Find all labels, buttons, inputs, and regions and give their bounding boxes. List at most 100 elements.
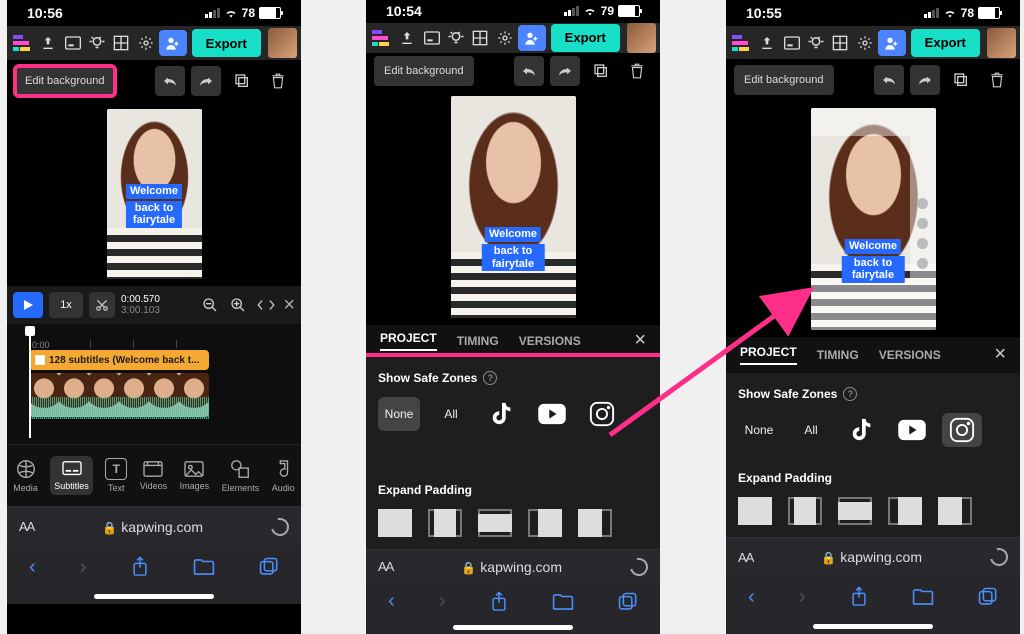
reload-icon[interactable]: [627, 554, 652, 579]
padding-vertical[interactable]: [478, 509, 512, 537]
tiktok-icon[interactable]: [842, 413, 882, 447]
url-text[interactable]: 🔒kapwing.com: [759, 549, 984, 565]
redo-button[interactable]: [550, 56, 580, 86]
padding-right[interactable]: [938, 497, 972, 525]
text-size-icon[interactable]: AA: [19, 519, 34, 534]
fit-icon[interactable]: [255, 294, 277, 316]
tab-subtitles[interactable]: Subtitles: [50, 456, 93, 495]
copy-button[interactable]: [946, 65, 976, 95]
home-indicator[interactable]: [366, 620, 660, 634]
user-avatar[interactable]: [268, 28, 297, 58]
grid-icon[interactable]: [830, 32, 851, 54]
grid-icon[interactable]: [470, 27, 491, 49]
share-icon[interactable]: [490, 591, 508, 613]
browser-url-bar[interactable]: AA 🔒kapwing.com: [7, 506, 301, 546]
preview-canvas[interactable]: Welcomeback to fairytale: [726, 101, 1020, 337]
upload-icon[interactable]: [37, 32, 58, 54]
safe-zone-none[interactable]: None: [378, 397, 420, 431]
edit-background-button[interactable]: Edit background: [15, 66, 115, 96]
caption-icon[interactable]: [62, 32, 83, 54]
close-timeline-icon[interactable]: ×: [283, 294, 295, 317]
video-preview[interactable]: Welcomeback to fairytale: [811, 108, 936, 330]
reload-icon[interactable]: [268, 514, 293, 539]
undo-button[interactable]: [874, 65, 904, 95]
tab-elements[interactable]: Elements: [222, 458, 260, 493]
tab-images[interactable]: Images: [180, 460, 210, 491]
safe-zone-all[interactable]: All: [790, 413, 832, 447]
trash-button[interactable]: [622, 56, 652, 86]
padding-none[interactable]: [738, 497, 772, 525]
caption-icon[interactable]: [421, 27, 442, 49]
info-icon[interactable]: ?: [483, 371, 497, 385]
edit-background-button[interactable]: Edit background: [734, 65, 834, 95]
bulb-icon[interactable]: [86, 32, 107, 54]
url-text[interactable]: 🔒kapwing.com: [399, 559, 624, 575]
tabs-icon[interactable]: [978, 587, 998, 607]
playhead[interactable]: [29, 330, 31, 438]
bookmarks-icon[interactable]: [193, 558, 215, 576]
tabs-icon[interactable]: [259, 557, 279, 577]
zoom-out-icon[interactable]: [199, 294, 221, 316]
panel-tab-timing[interactable]: TIMING: [457, 334, 499, 348]
youtube-icon[interactable]: [532, 397, 572, 431]
back-icon[interactable]: ‹: [748, 586, 755, 609]
split-button[interactable]: [89, 292, 115, 318]
gear-icon[interactable]: [854, 32, 875, 54]
video-preview[interactable]: Welcomeback to fairytale: [451, 96, 576, 318]
members-button[interactable]: [878, 30, 905, 56]
gear-icon[interactable]: [135, 32, 156, 54]
subtitle-track[interactable]: 128 subtitles (Welcome back t...: [29, 350, 209, 370]
speed-button[interactable]: 1x: [49, 292, 83, 318]
export-button[interactable]: Export: [911, 29, 980, 57]
panel-tab-project[interactable]: PROJECT: [380, 331, 437, 351]
instagram-icon[interactable]: [582, 397, 622, 431]
forward-icon[interactable]: ›: [799, 586, 806, 609]
zoom-in-icon[interactable]: [227, 294, 249, 316]
padding-vertical[interactable]: [838, 497, 872, 525]
home-indicator[interactable]: [726, 618, 1020, 634]
text-size-icon[interactable]: AA: [378, 559, 393, 574]
upload-icon[interactable]: [396, 27, 417, 49]
redo-button[interactable]: [910, 65, 940, 95]
share-icon[interactable]: [131, 556, 149, 578]
tiktok-icon[interactable]: [482, 397, 522, 431]
browser-url-bar[interactable]: AA 🔒kapwing.com: [726, 537, 1020, 577]
bookmarks-icon[interactable]: [552, 593, 574, 611]
video-preview[interactable]: Welcomeback to fairytale: [107, 109, 202, 279]
bulb-icon[interactable]: [805, 32, 826, 54]
padding-left[interactable]: [528, 509, 562, 537]
members-button[interactable]: [159, 30, 186, 56]
undo-button[interactable]: [514, 56, 544, 86]
url-text[interactable]: 🔒kapwing.com: [40, 519, 265, 535]
padding-right[interactable]: [578, 509, 612, 537]
padding-horizontal[interactable]: [788, 497, 822, 525]
tab-media[interactable]: Media: [13, 458, 38, 493]
youtube-icon[interactable]: [892, 413, 932, 447]
grid-icon[interactable]: [111, 32, 132, 54]
panel-tab-project[interactable]: PROJECT: [740, 345, 797, 365]
panel-close-icon[interactable]: ×: [994, 343, 1006, 366]
tab-videos[interactable]: Videos: [140, 460, 167, 491]
copy-button[interactable]: [586, 56, 616, 86]
reload-icon[interactable]: [987, 545, 1012, 570]
trash-button[interactable]: [263, 66, 293, 96]
export-button[interactable]: Export: [551, 24, 620, 52]
trash-button[interactable]: [982, 65, 1012, 95]
app-logo[interactable]: [11, 35, 34, 51]
user-avatar[interactable]: [987, 28, 1016, 58]
home-indicator[interactable]: [7, 588, 301, 604]
timeline[interactable]: 0:00 128 subtitles (Welcome back t...: [7, 324, 301, 444]
panel-tab-versions[interactable]: VERSIONS: [519, 334, 581, 348]
safe-zone-none[interactable]: None: [738, 413, 780, 447]
export-button[interactable]: Export: [192, 29, 261, 57]
panel-tab-versions[interactable]: VERSIONS: [879, 348, 941, 362]
panel-close-icon[interactable]: ×: [634, 329, 646, 352]
info-icon[interactable]: ?: [843, 387, 857, 401]
bookmarks-icon[interactable]: [912, 588, 934, 606]
upload-icon[interactable]: [756, 32, 777, 54]
text-size-icon[interactable]: AA: [738, 550, 753, 565]
audio-waveform[interactable]: [29, 397, 209, 419]
bulb-icon[interactable]: [445, 27, 466, 49]
share-icon[interactable]: [850, 586, 868, 608]
redo-button[interactable]: [191, 66, 221, 96]
